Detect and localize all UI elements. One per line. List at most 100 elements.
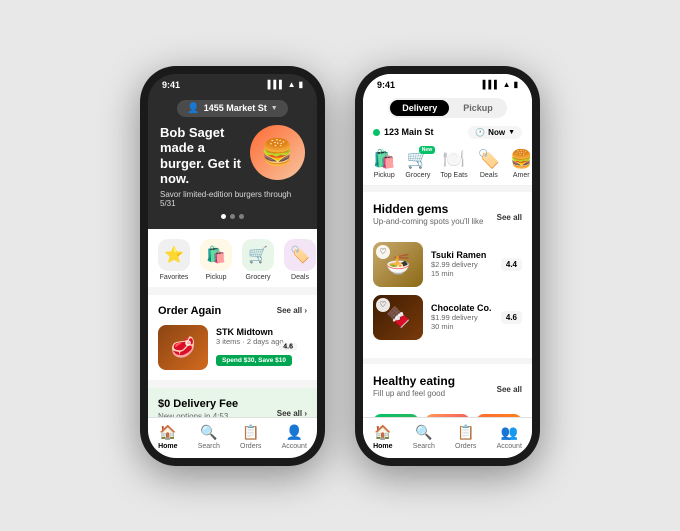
- hidden-gems-see-all[interactable]: See all: [497, 213, 522, 222]
- cat-icon-favorites: ⭐: [158, 239, 190, 271]
- hidden-gems-subtitle: Up-and-coming spots you'll like: [373, 217, 483, 226]
- hero-section: 👤 1455 Market St ▼ 🍔 Bob Saget made a bu…: [148, 92, 317, 229]
- hidden-gems-section: Hidden gems Up-and-coming spots you'll l…: [363, 192, 532, 358]
- delivery-fee-title: $0 Delivery Fee: [158, 398, 238, 410]
- scroll-area-left: ⭐ Favorites 🛍️ Pickup 🛒 Grocery 🏷️ Deals…: [148, 229, 317, 417]
- dot-3: [239, 214, 244, 219]
- nav-label-account-right: Account: [497, 443, 522, 450]
- chocolate-delivery: $1.99 delivery: [431, 313, 493, 322]
- cat2-grocery[interactable]: 🛒New Grocery: [405, 149, 430, 179]
- nav-home-left[interactable]: 🏠 Home: [158, 424, 177, 450]
- nav-label-search-right: Search: [413, 443, 435, 450]
- healthy-eating-subtitle: Fill up and feel good: [373, 389, 455, 398]
- order-again-see-all[interactable]: See all ›: [277, 306, 307, 315]
- address-bar-left[interactable]: 👤 1455 Market St ▼: [177, 100, 287, 117]
- chocolate-info: Chocolate Co. $1.99 delivery 30 min: [431, 303, 493, 331]
- order-again-title: Order Again: [158, 305, 221, 317]
- time-selector[interactable]: 🕐 Now ▼: [468, 126, 522, 139]
- tsuki-info: Tsuki Ramen $2.99 delivery 15 min: [431, 250, 493, 278]
- order-card[interactable]: 🥩 STK Midtown 3 items · 2 days ago Spend…: [158, 325, 307, 370]
- carousel-dots: [160, 214, 305, 219]
- battery-icon-right: ▮: [514, 80, 518, 89]
- healthy-eating-title: Healthy eating: [373, 374, 455, 388]
- cat-pickup[interactable]: 🛍️ Pickup: [200, 239, 232, 281]
- delivery-pickup-toggle: Delivery Pickup: [363, 92, 532, 122]
- promo-badge-order: Spend $30, Save $10: [216, 355, 292, 366]
- nav-orders-right[interactable]: 📋 Orders: [455, 424, 476, 450]
- nav-account-right[interactable]: 👥 Account: [497, 424, 522, 450]
- search-icon-left: 🔍: [200, 424, 217, 441]
- cat2-label-pickup: Pickup: [374, 172, 395, 179]
- cat-deals[interactable]: 🏷️ Deals: [284, 239, 316, 281]
- categories-row-left: ⭐ Favorites 🛍️ Pickup 🛒 Grocery 🏷️ Deals…: [148, 229, 317, 287]
- nav-label-orders-left: Orders: [240, 443, 261, 450]
- tsuki-rating: 4.4: [501, 258, 522, 271]
- cat2-deals[interactable]: 🏷️ Deals: [478, 149, 500, 179]
- delivery-fee-section: $0 Delivery Fee New options in 4:53 See …: [148, 388, 317, 417]
- time-right: 9:41: [377, 80, 395, 90]
- phone-right: 9:41 ▌▌▌ ▲ ▮ Delivery Pickup 123 Main St…: [355, 66, 540, 466]
- restaurant-card-tsuki[interactable]: ♡ 🍜 Tsuki Ramen $2.99 delivery 15 min 4.…: [373, 242, 522, 287]
- cat-icon-grocery: 🛒: [242, 239, 274, 271]
- tsuki-image: ♡ 🍜: [373, 242, 423, 287]
- wifi-icon: ▲: [288, 80, 296, 89]
- delivery-toggle-btn[interactable]: Delivery: [390, 100, 449, 116]
- cat-label-favorites: Favorites: [160, 274, 189, 281]
- hidden-gems-title: Hidden gems: [373, 202, 483, 216]
- cat2-icon-amer: 🍔: [510, 149, 532, 170]
- nav-home-right[interactable]: 🏠 Home: [373, 424, 392, 450]
- chevron-icon: ▼: [271, 105, 278, 112]
- restaurant-card-chocolate[interactable]: ♡ 🍫 Chocolate Co. $1.99 delivery 30 min …: [373, 295, 522, 340]
- cat-favorites[interactable]: ⭐ Favorites: [158, 239, 190, 281]
- bottom-nav-right: 🏠 Home 🔍 Search 📋 Orders 👥 Account: [363, 417, 532, 458]
- toggle-group: Delivery Pickup: [388, 98, 507, 118]
- cat2-amer[interactable]: 🍔 Amer: [510, 149, 532, 179]
- hero-image: 🍔: [250, 125, 305, 180]
- cat2-label-amer: Amer: [513, 172, 530, 179]
- nav-search-right[interactable]: 🔍 Search: [413, 424, 435, 450]
- tsuki-time: 15 min: [431, 269, 493, 278]
- delivery-fee-header: $0 Delivery Fee New options in 4:53 See …: [158, 398, 307, 417]
- status-icons-left: ▌▌▌ ▲ ▮: [268, 80, 303, 89]
- home-icon-right: 🏠: [374, 424, 391, 441]
- nav-label-orders-right: Orders: [455, 443, 476, 450]
- tsuki-delivery: $2.99 delivery: [431, 260, 493, 269]
- dot-2: [230, 214, 235, 219]
- chocolate-time: 30 min: [431, 322, 493, 331]
- cat-icon-deals: 🏷️: [284, 239, 316, 271]
- cat2-label-grocery: Grocery: [405, 172, 430, 179]
- cat-grocery[interactable]: 🛒 Grocery: [242, 239, 274, 281]
- cat-label-grocery: Grocery: [246, 274, 271, 281]
- cat-icon-pickup: 🛍️: [200, 239, 232, 271]
- search-icon-right: 🔍: [415, 424, 432, 441]
- healthy-img-1: Spend $30, Save $10 🥗: [373, 414, 419, 417]
- delivery-fee-see-all[interactable]: See all ›: [277, 409, 307, 417]
- address-bar-right: 123 Main St 🕐 Now ▼: [363, 122, 532, 143]
- cat2-icon-grocery: 🛒New: [407, 149, 429, 170]
- nav-search-left[interactable]: 🔍 Search: [198, 424, 220, 450]
- wifi-icon-right: ▲: [503, 80, 511, 89]
- status-icons-right: ▌▌▌ ▲ ▮: [483, 80, 518, 89]
- orders-icon-right: 📋: [457, 424, 474, 441]
- chocolate-name: Chocolate Co.: [431, 303, 493, 313]
- pickup-toggle-btn[interactable]: Pickup: [451, 100, 505, 116]
- healthy-img-2: ♡ 🍱: [425, 414, 471, 417]
- cat2-label-top-eats: Top Eats: [440, 172, 467, 179]
- heart-chocolate[interactable]: ♡: [376, 298, 390, 312]
- account-icon-left: 👤: [286, 424, 303, 441]
- chocolate-rating: 4.6: [501, 311, 522, 324]
- nav-account-left[interactable]: 👤 Account: [282, 424, 307, 450]
- nav-label-home-left: Home: [158, 443, 177, 450]
- cat2-icon-pickup: 🛍️: [373, 149, 395, 170]
- cat2-pickup[interactable]: 🛍️ Pickup: [373, 149, 395, 179]
- categories-row-right: 🛍️ Pickup 🛒New Grocery 🍽️ Top Eats 🏷️ De…: [363, 143, 532, 186]
- cat2-icon-top-eats: 🍽️: [443, 149, 465, 170]
- healthy-eating-see-all[interactable]: See all: [497, 385, 522, 394]
- signal-icon-right: ▌▌▌: [483, 80, 500, 89]
- cat2-icon-deals: 🏷️: [478, 149, 500, 170]
- status-bar-right: 9:41 ▌▌▌ ▲ ▮: [363, 74, 532, 92]
- heart-tsuki[interactable]: ♡: [376, 245, 390, 259]
- cat2-top-eats[interactable]: 🍽️ Top Eats: [440, 149, 467, 179]
- nav-orders-left[interactable]: 📋 Orders: [240, 424, 261, 450]
- cat-label-pickup: Pickup: [205, 274, 226, 281]
